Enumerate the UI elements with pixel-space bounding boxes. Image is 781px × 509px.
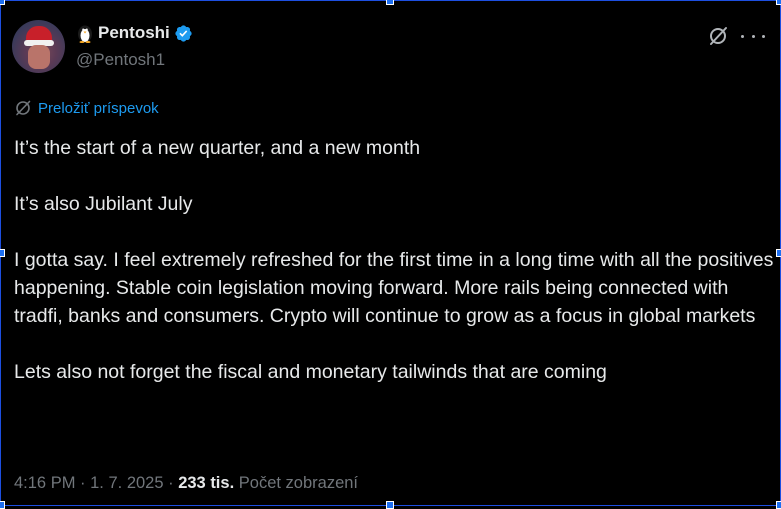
meta-separator: ·	[75, 474, 91, 492]
post-meta: 4:16 PM · 1. 7. 2025 · 233 tis. Počet zo…	[14, 474, 358, 493]
author-handle[interactable]: @Pentosh1	[76, 50, 165, 70]
translate-post-link[interactable]: Preložiť príspevok	[14, 99, 159, 117]
more-icon[interactable]	[741, 25, 765, 47]
meta-separator: ·	[163, 474, 179, 492]
verified-badge-icon[interactable]	[174, 24, 193, 43]
post-paragraph: Lets also not forget the fiscal and mone…	[14, 361, 607, 383]
avatar-face-shape	[28, 45, 50, 69]
author-name-row[interactable]: Pentoshi	[76, 23, 193, 43]
more-dot	[762, 34, 765, 38]
translate-icon	[16, 100, 31, 116]
post-paragraph: It’s the start of a new quarter, and a n…	[14, 137, 421, 159]
views-label: Počet zobrazení	[238, 474, 359, 492]
author-name[interactable]: Pentoshi	[98, 23, 170, 43]
post-time[interactable]: 4:16 PM	[14, 474, 75, 492]
post-body: It’s the start of a new quarter, and a n…	[14, 134, 774, 414]
post: Pentoshi @Pentosh1 Preložiť príspevok It…	[1, 1, 780, 505]
avatar[interactable]	[12, 20, 65, 73]
penguin-emoji-icon	[78, 25, 92, 43]
post-paragraph: I gotta say. I feel extremely refreshed …	[14, 249, 774, 327]
grok-icon[interactable]	[707, 25, 729, 47]
post-paragraph: It’s also Jubilant July	[14, 193, 193, 215]
more-dot	[741, 34, 744, 38]
selection-frame: Pentoshi @Pentosh1 Preložiť príspevok It…	[0, 0, 781, 509]
views-count: 233 tis.	[178, 474, 235, 492]
post-date[interactable]: 1. 7. 2025	[90, 474, 163, 492]
more-dot	[751, 34, 755, 38]
translate-post-label[interactable]: Preložiť príspevok	[38, 100, 159, 117]
